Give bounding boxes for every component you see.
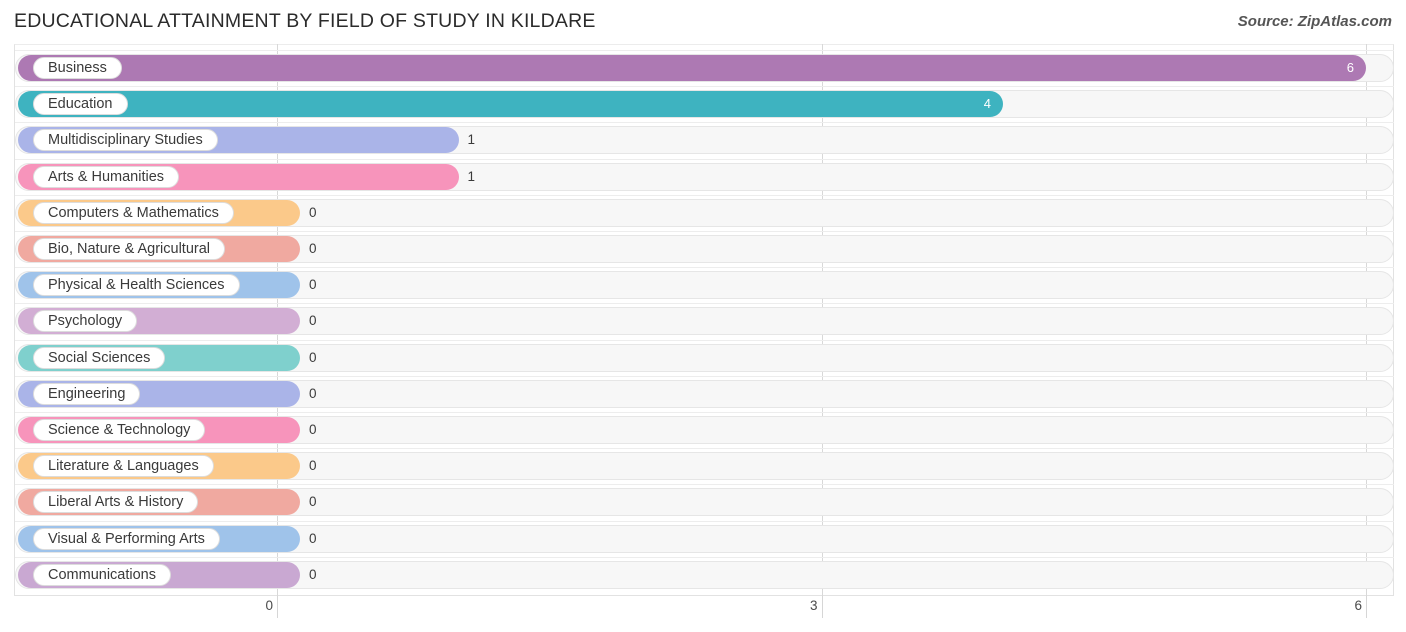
row-separator: [15, 556, 1394, 558]
category-label: Physical & Health Sciences: [33, 274, 240, 297]
x-axis: 0 3 6: [0, 596, 1406, 632]
bar-row[interactable]: 0 Psychology: [0, 303, 1406, 339]
row-separator: [15, 158, 1394, 160]
row-separator: [15, 520, 1394, 522]
bar-value-label: 0: [309, 204, 317, 220]
bar-row[interactable]: 0 Communications: [0, 556, 1406, 593]
bar-row[interactable]: 0 Science & Technology: [0, 412, 1406, 448]
bar-row[interactable]: 0 Liberal Arts & History: [0, 484, 1406, 520]
bar-value-label: 0: [309, 422, 317, 437]
chart-header: EDUCATIONAL ATTAINMENT BY FIELD OF STUDY…: [0, 0, 1406, 44]
category-label: Communications: [33, 563, 171, 586]
bar[interactable]: 6: [18, 55, 1366, 81]
bar-row[interactable]: 0 Bio, Nature & Agricultural: [0, 231, 1406, 267]
bar-row[interactable]: 1 Multidisciplinary Studies: [0, 122, 1406, 158]
bar-row[interactable]: 4 Education: [0, 86, 1406, 122]
tick-mark-3: [821, 596, 823, 618]
bar-row[interactable]: 0 Visual & Performing Arts: [0, 520, 1406, 557]
row-separator: [15, 448, 1394, 450]
bar-value-label: 0: [309, 241, 317, 256]
bar-row[interactable]: 1 Arts & Humanities: [0, 158, 1406, 195]
row-separator: [15, 375, 1394, 377]
row-separator: [15, 484, 1394, 486]
row-separator: [15, 339, 1394, 341]
bar-value-label: 1: [467, 168, 476, 184]
category-label: Psychology: [33, 310, 138, 333]
bar-value-label: 0: [309, 566, 317, 582]
category-label: Science & Technology: [33, 419, 206, 441]
row-separator: [15, 267, 1394, 269]
tick-label-0: 0: [265, 598, 273, 613]
bar-row[interactable]: 6 Business: [0, 50, 1406, 86]
tick-label-6: 6: [1354, 598, 1362, 613]
row-separator: [15, 303, 1394, 305]
category-label: Multidisciplinary Studies: [33, 129, 218, 152]
bar-row[interactable]: 0 Social Sciences: [0, 339, 1406, 376]
category-label: Computers & Mathematics: [33, 201, 234, 224]
row-separator: [15, 122, 1394, 124]
row-separator: [15, 412, 1394, 413]
category-label: Visual & Performing Arts: [33, 527, 220, 550]
category-label: Engineering: [33, 382, 141, 405]
row-separator: [15, 50, 1394, 51]
source-attribution: Source: ZipAtlas.com: [1237, 13, 1392, 30]
category-label: Education: [33, 93, 128, 116]
row-separator: [15, 86, 1394, 88]
bar-row[interactable]: 0 Engineering: [0, 375, 1406, 412]
chart-plot-area: 6 Business 4 Education 1 Multidisciplinary St…: [0, 44, 1406, 598]
tick-mark-0: [277, 596, 278, 618]
bar-value-label: 0: [309, 530, 317, 546]
bar[interactable]: 4: [18, 91, 1003, 118]
bar-value-label: 0: [309, 349, 317, 365]
row-separator: [15, 194, 1394, 196]
bar-row[interactable]: 0 Physical & Health Sciences: [0, 267, 1406, 303]
category-label: Social Sciences: [33, 346, 166, 369]
bar-value-label: 0: [309, 385, 317, 401]
bar-value-label: 0: [309, 494, 317, 510]
bar-value-label: 0: [309, 458, 317, 474]
tick-mark-6: [1366, 596, 1367, 618]
category-label: Business: [33, 57, 122, 79]
bar-value-label: 4: [983, 96, 991, 112]
category-label: Literature & Languages: [33, 455, 214, 478]
row-separator: [15, 231, 1394, 232]
category-label: Bio, Nature & Agricultural: [33, 238, 225, 260]
bar-value-label: 6: [1346, 60, 1354, 75]
page-title: EDUCATIONAL ATTAINMENT BY FIELD OF STUDY…: [14, 10, 596, 32]
tick-label-3: 3: [809, 598, 818, 613]
bar-row[interactable]: 0 Literature & Languages: [0, 448, 1406, 484]
bar-value-label: 0: [309, 277, 317, 293]
bar-row[interactable]: 0 Computers & Mathematics: [0, 194, 1406, 231]
category-label: Liberal Arts & History: [33, 491, 199, 514]
category-label: Arts & Humanities: [33, 165, 180, 188]
bar-value-label: 1: [467, 132, 476, 148]
bar-value-label: 0: [309, 313, 317, 329]
